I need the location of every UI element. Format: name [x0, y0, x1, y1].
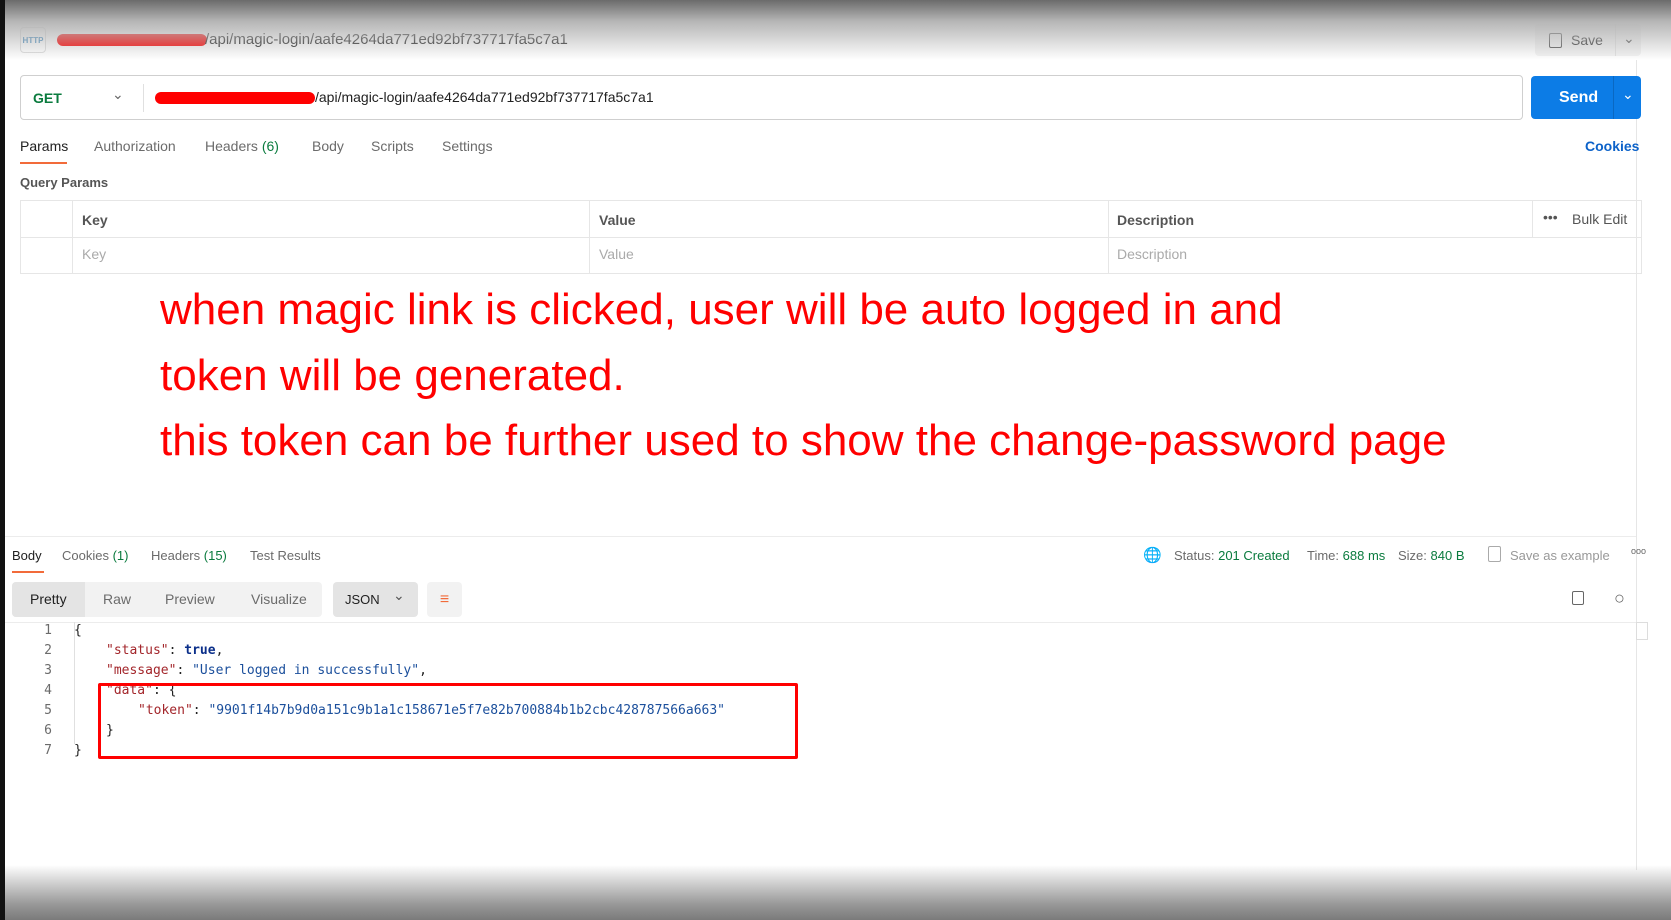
divider — [5, 536, 1636, 537]
response-size: Size: 840 B — [1398, 548, 1465, 563]
column-key: Key — [82, 212, 108, 228]
annotation-line: when magic link is clicked, user will be… — [160, 285, 1283, 334]
tab-headers[interactable]: Headers (6) — [205, 138, 279, 154]
scrollbar[interactable] — [1636, 622, 1648, 640]
chevron-down-icon[interactable]: ⌄ — [112, 86, 124, 103]
save-button[interactable]: Save ⌄ — [1535, 24, 1641, 56]
chevron-down-icon[interactable]: ⌄ — [1623, 30, 1635, 47]
tab-settings[interactable]: Settings — [442, 138, 493, 154]
copy-icon[interactable] — [1572, 591, 1584, 605]
send-button[interactable]: Send ⌄ — [1531, 76, 1641, 119]
window-top-shadow — [0, 0, 1671, 60]
search-icon[interactable]: ○ — [1614, 588, 1625, 609]
response-tab-test-results[interactable]: Test Results — [250, 548, 321, 563]
active-tab-indicator — [20, 162, 67, 164]
query-params-table: Key Value Description ••• Bulk Edit Key … — [20, 200, 1642, 274]
more-icon[interactable]: ooo — [1631, 546, 1646, 556]
view-visualize[interactable]: Visualize — [251, 591, 307, 607]
annotation-line: token will be generated. — [160, 351, 625, 400]
send-label: Send — [1559, 88, 1599, 106]
value-input[interactable]: Value — [599, 246, 634, 262]
description-input[interactable]: Description — [1117, 246, 1187, 262]
save-label: Save — [1571, 32, 1603, 48]
divider — [143, 84, 144, 112]
view-preview[interactable]: Preview — [165, 591, 215, 607]
save-icon — [1549, 32, 1562, 48]
redacted-host — [155, 92, 315, 104]
view-raw[interactable]: Raw — [103, 591, 131, 607]
window-edge — [0, 0, 5, 920]
method-select[interactable]: GET — [33, 90, 62, 106]
divider — [1636, 60, 1637, 870]
view-pretty[interactable]: Pretty — [30, 591, 67, 607]
tab-params[interactable]: Params — [20, 138, 68, 154]
chevron-down-icon[interactable]: ⌄ — [1622, 86, 1634, 103]
query-params-title: Query Params — [20, 175, 109, 190]
format-select[interactable]: JSON ⌄ — [333, 582, 418, 617]
column-description: Description — [1117, 212, 1195, 228]
tab-authorization[interactable]: Authorization — [94, 138, 176, 154]
request-title[interactable]: /api/magic-login/aafe4264da771ed92bf7377… — [205, 31, 568, 48]
annotation-line: this token can be further used to show t… — [160, 416, 1447, 465]
response-status: Status: 201 Created — [1174, 548, 1290, 563]
chevron-down-icon: ⌄ — [393, 587, 405, 603]
highlight-box — [98, 683, 798, 759]
window-bottom-shadow — [0, 865, 1671, 920]
redacted-host — [57, 34, 207, 46]
more-icon[interactable]: ••• — [1543, 209, 1558, 225]
tab-body[interactable]: Body — [312, 138, 344, 154]
view-mode-selector: Pretty Raw Preview Visualize — [12, 582, 322, 617]
active-tab-indicator — [12, 571, 44, 573]
response-time: Time: 688 ms — [1307, 548, 1386, 563]
response-tab-cookies[interactable]: Cookies (1) — [62, 548, 128, 563]
response-tab-body[interactable]: Body — [12, 548, 42, 563]
globe-lock-icon[interactable]: 🌐 — [1143, 546, 1162, 564]
url-input[interactable]: /api/magic-login/aafe4264da771ed92bf7377… — [315, 89, 654, 105]
column-value: Value — [599, 212, 636, 228]
http-icon: HTTP — [20, 27, 46, 53]
wrap-lines-icon[interactable]: ≡ — [427, 582, 462, 617]
key-input[interactable]: Key — [82, 246, 106, 262]
save-icon — [1488, 546, 1501, 562]
tab-scripts[interactable]: Scripts — [371, 138, 414, 154]
save-as-example-button[interactable]: Save as example — [1510, 548, 1610, 563]
cookies-link[interactable]: Cookies — [1585, 138, 1639, 154]
bulk-edit-button[interactable]: Bulk Edit — [1572, 211, 1627, 227]
response-tab-headers[interactable]: Headers (15) — [151, 548, 227, 563]
